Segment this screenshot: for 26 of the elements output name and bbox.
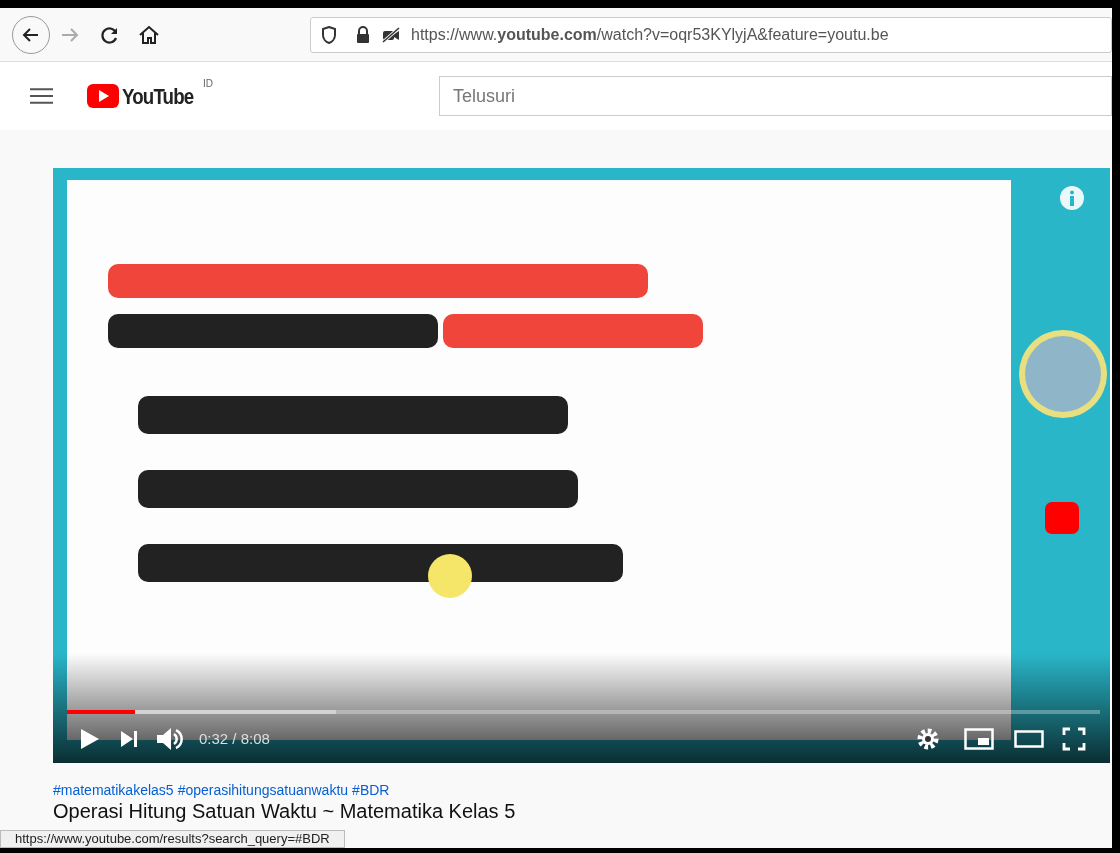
search-field[interactable]: Telusuri xyxy=(438,76,1112,116)
progress-track[interactable] xyxy=(67,710,1100,714)
menu-icon[interactable] xyxy=(30,87,54,105)
logo-wordmark[interactable]: YouTube xyxy=(122,79,194,113)
reload-icon[interactable] xyxy=(100,24,120,45)
home-icon[interactable] xyxy=(138,24,160,45)
fullscreen-icon[interactable] xyxy=(1062,727,1086,751)
settings-icon[interactable] xyxy=(916,727,940,751)
play-icon[interactable] xyxy=(79,727,101,751)
video-title: Operasi Hitung Satuan Waktu ~ Matematika Kelas 5 xyxy=(53,799,516,823)
camera-blocked-icon[interactable] xyxy=(381,25,401,44)
next-icon[interactable] xyxy=(119,730,139,748)
region-label: ID xyxy=(202,76,213,91)
back-arrow-icon xyxy=(22,25,40,44)
shield-icon[interactable] xyxy=(321,25,337,44)
theater-mode-icon[interactable] xyxy=(1014,729,1044,749)
miniplayer-icon[interactable] xyxy=(964,727,994,751)
lock-icon[interactable] xyxy=(355,25,371,44)
play-logo-icon[interactable] xyxy=(87,84,120,108)
url-text: https://www.youtube.com/watch?v=oqr53KYlyjA&feature=youtu.be xyxy=(411,24,889,45)
volume-icon[interactable] xyxy=(155,726,183,752)
hashtag-link[interactable]: #matematikakelas5 xyxy=(53,780,174,801)
address-bar[interactable]: https://www.youtube.com/watch?v=oqr53KYlyjA&feature=youtu.be xyxy=(310,16,1112,53)
hashtag-link[interactable]: #operasihitungsatuanwaktu xyxy=(177,780,349,801)
hashtag-link[interactable]: #BDR xyxy=(352,780,390,801)
status-bar: https://www.youtube.com/results?search_query=#BDR xyxy=(0,830,345,848)
